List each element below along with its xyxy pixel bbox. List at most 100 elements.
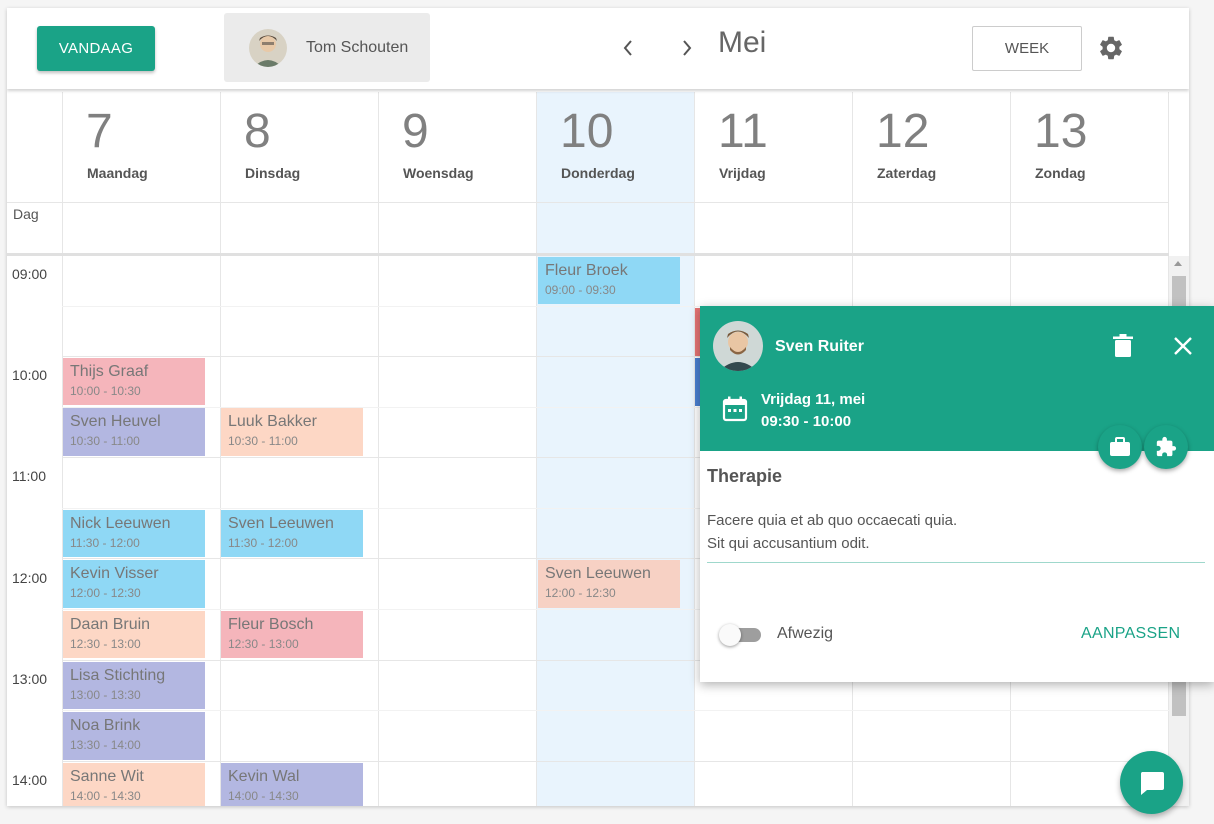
chevron-left-icon	[623, 40, 632, 56]
event-time: 10:30 - 11:00	[70, 434, 140, 448]
event-card[interactable]: Sven Heuvel 10:30 - 11:00	[63, 408, 205, 456]
day-name: Vrijdag	[719, 165, 766, 181]
delete-button[interactable]	[1112, 334, 1134, 358]
event-card[interactable]: Sven Leeuwen 11:30 - 12:00	[221, 510, 363, 557]
avatar	[249, 28, 287, 67]
day-number: 9	[402, 105, 429, 158]
event-card[interactable]: Noa Brink 13:30 - 14:00	[63, 712, 205, 760]
view-selector-button[interactable]: WEEK	[972, 26, 1082, 71]
event-title: Therapie	[707, 466, 783, 486]
event-title: Fleur Broek	[545, 262, 628, 279]
briefcase-icon	[1110, 437, 1130, 456]
event-title: Luuk Bakker	[228, 413, 317, 430]
day-name: Donderdag	[561, 165, 635, 181]
event-title: Sven Leeuwen	[545, 565, 651, 582]
grid-line	[62, 761, 1169, 762]
settings-button[interactable]	[1097, 34, 1125, 62]
hour-label: 09:00	[12, 266, 48, 282]
event-card[interactable]: Kevin Visser 12:00 - 12:30	[63, 560, 205, 608]
hour-label: 11:00	[12, 468, 46, 484]
event-title: Noa Brink	[70, 717, 141, 734]
day-name: Zondag	[1035, 165, 1086, 181]
scroll-up-icon[interactable]	[1174, 261, 1182, 266]
event-title: Fleur Bosch	[228, 616, 314, 633]
event-time: 11:30 - 12:00	[228, 536, 298, 550]
event-title: Thijs Graaf	[70, 363, 149, 380]
day-name: Zaterdag	[877, 165, 937, 181]
today-button[interactable]: VANDAAG	[37, 26, 155, 71]
next-week-button[interactable]	[675, 34, 699, 62]
day-number: 8	[244, 105, 271, 158]
event-time: 14:00 - 14:30	[70, 789, 141, 803]
extension-button[interactable]	[1144, 425, 1188, 469]
absent-toggle[interactable]	[719, 624, 761, 646]
adjust-button[interactable]: AANPASSEN	[1081, 625, 1180, 643]
hour-label: 13:00	[12, 671, 48, 687]
event-card[interactable]: Sven Leeuwen 12:00 - 12:30	[538, 560, 680, 608]
event-details-popup: Sven Ruiter Vrijdag 11, mei 09:30 - 10:0…	[700, 306, 1214, 682]
user-selector[interactable]: Tom Schouten	[224, 13, 430, 82]
day-column-wed[interactable]	[378, 256, 536, 806]
day-column-thu[interactable]	[536, 256, 694, 806]
hour-label: 14:00	[12, 772, 48, 788]
allday-cell[interactable]	[694, 203, 852, 253]
event-time: 12:30 - 13:00	[228, 637, 299, 651]
chat-icon	[1140, 771, 1164, 795]
day-header-sun[interactable]: 13 Zondag	[1010, 92, 1169, 203]
day-header-wed[interactable]: 9 Woensdag	[378, 92, 536, 203]
event-title: Sanne Wit	[70, 768, 144, 785]
description-line: Sit qui accusantium odit.	[707, 535, 870, 552]
prev-week-button[interactable]	[616, 34, 640, 62]
event-time: 10:30 - 11:00	[228, 434, 298, 448]
allday-cell[interactable]	[378, 203, 536, 253]
absent-label: Afwezig	[777, 625, 834, 642]
event-time: 14:00 - 14:30	[228, 789, 299, 803]
chevron-right-icon	[683, 40, 692, 56]
event-card[interactable]: Lisa Stichting 13:00 - 13:30	[63, 662, 205, 709]
close-icon	[1174, 337, 1192, 355]
event-time: 13:30 - 14:00	[70, 738, 141, 752]
day-name: Maandag	[87, 165, 148, 181]
event-time: 12:30 - 13:00	[70, 637, 141, 651]
event-card[interactable]: Thijs Graaf 10:00 - 10:30	[63, 358, 205, 405]
day-header-sat[interactable]: 12 Zaterdag	[852, 92, 1010, 203]
event-title: Kevin Wal	[228, 768, 300, 785]
puzzle-icon	[1156, 436, 1177, 457]
day-number: 12	[876, 105, 930, 158]
toolbar: VANDAAG Tom Schouten Mei WEEK	[7, 8, 1189, 89]
event-card[interactable]: Kevin Wal 14:00 - 14:30	[221, 763, 363, 806]
day-header-thu[interactable]: 10 Donderdag	[536, 92, 694, 203]
event-card[interactable]: Sanne Wit 14:00 - 14:30	[63, 763, 205, 806]
grid-line	[62, 710, 1169, 711]
trash-icon	[1113, 334, 1133, 357]
divider	[707, 562, 1205, 563]
event-time: 13:00 - 13:30	[70, 688, 141, 702]
day-header-tue[interactable]: 8 Dinsdag	[220, 92, 378, 203]
event-card[interactable]: Fleur Bosch 12:30 - 13:00	[221, 611, 363, 658]
hour-label: 10:00	[12, 367, 48, 383]
day-header-mon[interactable]: 7 Maandag	[62, 92, 220, 203]
allday-cell[interactable]	[852, 203, 1010, 253]
event-card[interactable]: Fleur Broek 09:00 - 09:30	[538, 257, 680, 304]
allday-cell[interactable]	[1010, 203, 1169, 253]
event-card[interactable]: Nick Leeuwen 11:30 - 12:00	[63, 510, 205, 557]
event-time: 12:00 - 12:30	[545, 586, 616, 600]
event-card[interactable]: Daan Bruin 12:30 - 13:00	[63, 611, 205, 658]
event-title: Kevin Visser	[70, 565, 159, 582]
event-time: 09:00 - 09:30	[545, 283, 616, 297]
day-name: Dinsdag	[245, 165, 301, 181]
day-header-fri[interactable]: 11 Vrijdag	[694, 92, 852, 203]
chat-button[interactable]	[1120, 751, 1183, 814]
close-button[interactable]	[1172, 335, 1194, 357]
allday-row: Dag	[7, 203, 1169, 253]
allday-cell[interactable]	[62, 203, 220, 253]
day-header: 7 Maandag 8 Dinsdag 9 Woensdag 10 Donder…	[7, 92, 1169, 203]
event-title: Daan Bruin	[70, 616, 151, 633]
briefcase-button[interactable]	[1098, 425, 1142, 469]
popup-date: Vrijdag 11, mei	[761, 391, 866, 408]
event-card[interactable]: Luuk Bakker 10:30 - 11:00	[221, 408, 363, 456]
day-number: 7	[86, 105, 113, 158]
allday-cell[interactable]	[536, 203, 694, 253]
allday-cell[interactable]	[220, 203, 378, 253]
event-title: Sven Leeuwen	[228, 515, 334, 532]
